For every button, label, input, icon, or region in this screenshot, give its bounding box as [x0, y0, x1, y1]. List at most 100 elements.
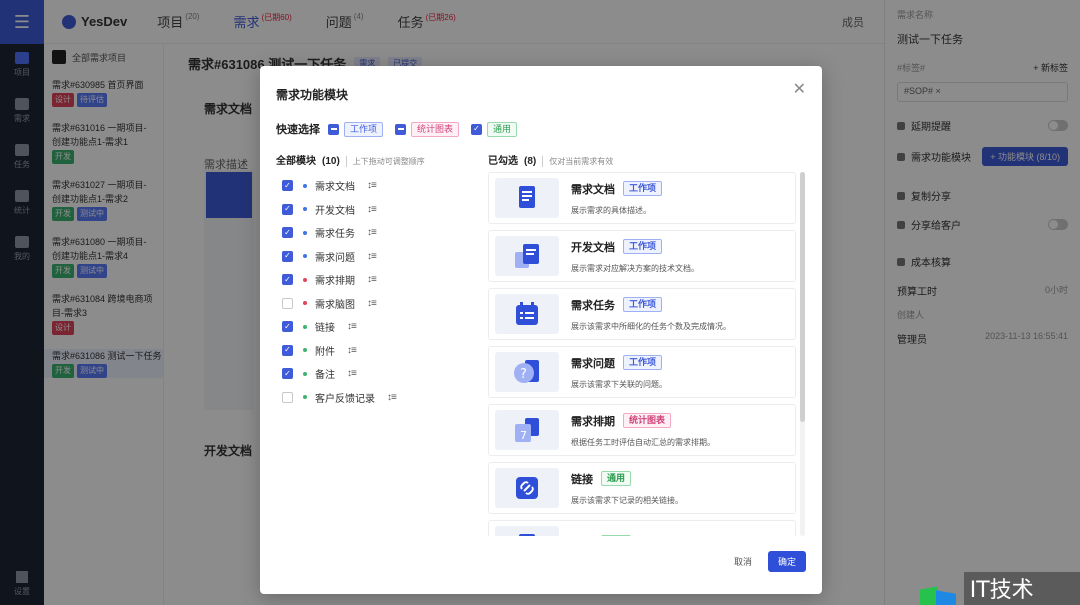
module-item[interactable]: ✓ 需求文档 ↕≡	[282, 174, 462, 198]
module-checkbox[interactable]	[282, 297, 293, 309]
confirm-button[interactable]: 确定	[768, 551, 806, 572]
module-dialog: 需求功能模块 ✕ 快速选择 工作项 统计图表 ✓ 通用 全部模块 (10) 上下拖动可…	[260, 66, 822, 594]
drag-handle-icon[interactable]: ↕≡	[387, 392, 397, 403]
module-item[interactable]: ✓ 需求任务 ↕≡	[282, 221, 462, 245]
card-title-row: 开发文档 工作项	[571, 239, 699, 255]
all-modules-header: 全部模块 (10) 上下拖动可调整顺序	[276, 156, 425, 167]
card-info: 需求任务 工作项展示该需求中所细化的任务个数及完成情况。	[571, 297, 731, 332]
module-card[interactable]: 需求文档 工作项展示需求的具体描述。	[488, 172, 796, 224]
module-name: 开发文档	[315, 205, 355, 217]
drag-handle-icon[interactable]: ↕≡	[367, 251, 377, 262]
card-title-row: 需求问题 工作项	[571, 355, 667, 371]
drag-handle-icon[interactable]: ↕≡	[367, 227, 377, 238]
quick-checkbox[interactable]	[395, 123, 407, 135]
card-info: 需求文档 工作项展示需求的具体描述。	[571, 181, 663, 216]
card-info: 附件 通用	[571, 534, 632, 536]
drag-handle-icon[interactable]: ↕≡	[367, 180, 377, 191]
card-description: 展示需求的具体描述。	[571, 205, 651, 215]
quick-checkbox[interactable]: ✓	[471, 123, 483, 135]
card-description: 展示该需求下记录的相关链接。	[571, 495, 683, 505]
category-dot	[303, 254, 307, 259]
module-name: 需求脑图	[315, 299, 355, 311]
task-icon	[495, 294, 559, 334]
category-dot	[303, 277, 307, 282]
card-title-row: 需求排期 统计图表	[571, 413, 715, 429]
module-checkbox[interactable]: ✓	[282, 321, 293, 333]
module-item[interactable]: ✓ 需求问题 ↕≡	[282, 245, 462, 269]
close-icon[interactable]: ✕	[793, 82, 806, 98]
module-item[interactable]: ✓ 备注 ↕≡	[282, 362, 462, 386]
category-dot	[303, 207, 307, 212]
module-checkbox[interactable]: ✓	[282, 274, 293, 286]
module-card[interactable]: 附件 通用	[488, 520, 796, 536]
category-tag: 工作项	[623, 239, 663, 254]
module-name: 需求文档	[315, 182, 355, 194]
svg-text:?: ?	[520, 367, 527, 382]
module-item[interactable]: ✓ 附件 ↕≡	[282, 339, 462, 363]
module-name: 附件	[315, 346, 335, 358]
module-checkbox[interactable]: ✓	[282, 250, 293, 262]
cards-scrollbar[interactable]	[800, 172, 805, 536]
module-checkbox[interactable]: ✓	[282, 180, 293, 192]
card-title: 附件	[571, 534, 593, 536]
module-card[interactable]: 链接 通用展示该需求下记录的相关链接。	[488, 462, 796, 514]
category-dot	[303, 371, 307, 376]
drag-handle-icon[interactable]: ↕≡	[347, 368, 357, 379]
category-tag: 通用	[487, 121, 518, 137]
module-card[interactable]: 7 需求排期 统计图表 根据任务工时评估自动汇总的需求排期。	[488, 404, 796, 456]
category-tag: 工作项	[344, 121, 384, 137]
document-icon	[495, 178, 559, 218]
category-tag: 通用	[601, 534, 632, 536]
drag-handle-icon[interactable]: ↕≡	[347, 321, 357, 332]
dev-doc-icon	[495, 236, 559, 276]
category-tag: 工作项	[623, 355, 663, 370]
category-tag: 统计图表	[623, 413, 672, 428]
card-description: 展示该需求中所细化的任务个数及完成情况。	[571, 321, 731, 331]
module-card[interactable]: 需求任务 工作项展示该需求中所细化的任务个数及完成情况。	[488, 288, 796, 340]
card-info: 需求问题 工作项展示该需求下关联的问题。	[571, 355, 667, 390]
module-item[interactable]: ✓ 开发文档 ↕≡	[282, 198, 462, 222]
quick-option[interactable]: 工作项	[328, 121, 384, 137]
category-tag: 通用	[601, 471, 632, 486]
module-name: 需求排期	[315, 276, 355, 288]
scrollbar-thumb[interactable]	[800, 172, 805, 422]
attachment-icon	[495, 526, 559, 536]
calendar-icon: 7	[495, 410, 559, 450]
category-dot	[303, 395, 307, 400]
module-checkbox[interactable]: ✓	[282, 227, 293, 239]
card-title-row: 需求文档 工作项	[571, 181, 663, 197]
selected-modules-header: 已勾选 (8) 仅对当前需求有效	[488, 156, 614, 167]
module-checkbox[interactable]: ✓	[282, 368, 293, 380]
category-tag: 工作项	[623, 297, 663, 312]
card-info: 开发文档 工作项 展示需求对应解决方案的技术文档。	[571, 239, 699, 274]
module-item[interactable]: ✓ 需求排期 ↕≡	[282, 268, 462, 292]
module-checkbox[interactable]: ✓	[282, 203, 293, 215]
card-title: 需求文档	[571, 183, 615, 196]
module-item[interactable]: ✓ 链接 ↕≡	[282, 315, 462, 339]
module-checkbox[interactable]: ✓	[282, 344, 293, 356]
card-title: 需求任务	[571, 299, 615, 312]
quick-option[interactable]: ✓ 通用	[471, 121, 518, 137]
card-description: 展示该需求下关联的问题。	[571, 379, 667, 389]
cancel-button[interactable]: 取消	[734, 555, 752, 568]
module-card[interactable]: ? 需求问题 工作项展示该需求下关联的问题。	[488, 346, 796, 398]
svg-text:7: 7	[520, 429, 527, 442]
quick-checkbox[interactable]	[328, 123, 339, 135]
drag-handle-icon[interactable]: ↕≡	[367, 204, 377, 215]
quick-option[interactable]: 统计图表	[395, 121, 460, 137]
drag-handle-icon[interactable]: ↕≡	[367, 274, 377, 285]
drag-handle-icon[interactable]: ↕≡	[347, 345, 357, 356]
module-item[interactable]: 客户反馈记录 ↕≡	[282, 386, 462, 410]
module-card[interactable]: 开发文档 工作项 展示需求对应解决方案的技术文档。	[488, 230, 796, 282]
module-item[interactable]: 需求脑图 ↕≡	[282, 292, 462, 316]
card-info: 需求排期 统计图表 根据任务工时评估自动汇总的需求排期。	[571, 413, 715, 448]
card-title-row: 链接 通用	[571, 471, 683, 487]
module-checkbox[interactable]	[282, 391, 293, 403]
module-name: 需求任务	[315, 229, 355, 241]
card-title: 需求排期	[571, 415, 615, 428]
drag-handle-icon[interactable]: ↕≡	[367, 298, 377, 309]
watermark-logo-icon	[920, 585, 958, 605]
quick-select: 快速选择 工作项 统计图表 ✓ 通用	[276, 121, 529, 137]
card-title-row: 需求任务 工作项	[571, 297, 731, 313]
question-icon: ?	[495, 352, 559, 392]
